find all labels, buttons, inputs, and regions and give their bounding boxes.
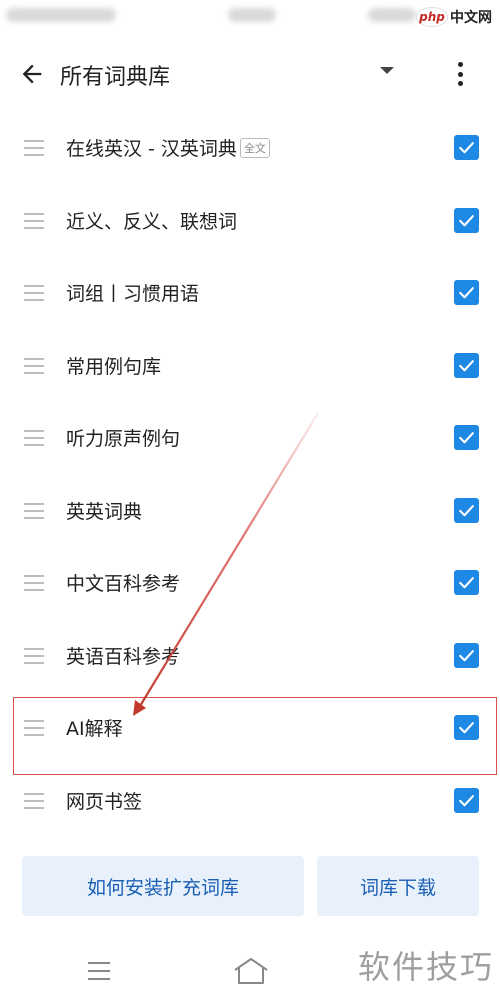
- dictionary-item[interactable]: 词组丨习惯用语: [0, 257, 500, 330]
- dictionary-item-name: 英英词典: [66, 500, 143, 523]
- checkbox-checked-icon[interactable]: [454, 135, 479, 160]
- page-title: 所有词典库: [60, 65, 171, 90]
- dictionary-item-name: 近义、反义、联想词: [66, 210, 238, 233]
- bottom-action-bar: 如何安装扩充词库 词库下载: [0, 856, 500, 916]
- dictionary-item[interactable]: 网页书签: [0, 765, 500, 838]
- drag-handle-icon[interactable]: [24, 140, 44, 156]
- status-time-blurred: [228, 8, 276, 22]
- checkbox-checked-icon[interactable]: [454, 497, 479, 523]
- dictionary-item-name: 在线英汉 - 汉英词典: [66, 138, 237, 160]
- php-mark: php: [416, 7, 448, 27]
- checkbox-checked-icon[interactable]: [454, 352, 479, 378]
- dictionary-item-label: 英语百科参考: [66, 642, 180, 669]
- php-site-name: 中文网: [450, 10, 492, 26]
- dictionary-item-label: 近义、反义、联想词: [66, 207, 237, 234]
- install-help-button[interactable]: 如何安装扩充词库: [22, 856, 304, 916]
- dictionary-item[interactable]: 常用例句库: [0, 330, 500, 403]
- app-header: 所有词典库: [0, 48, 500, 100]
- dictionary-item-name: 听力原声例句: [66, 428, 181, 450]
- fulltext-tag: 全文: [239, 137, 270, 158]
- arrow-left-icon[interactable]: [18, 60, 46, 88]
- dictionary-item-name: 英语百科参考: [66, 645, 181, 668]
- dictionary-item-label: 常用例句库: [66, 352, 161, 379]
- menu-icon[interactable]: [88, 962, 110, 980]
- annotation-highlight-box: [13, 697, 497, 775]
- drag-handle-icon[interactable]: [24, 212, 44, 229]
- checkbox-checked-icon[interactable]: [454, 425, 479, 450]
- drag-handle-icon[interactable]: [24, 357, 44, 374]
- php-site-logo: php 中文网: [416, 4, 500, 30]
- drag-handle-icon[interactable]: [24, 792, 44, 809]
- dictionary-item-name: 常用例句库: [66, 355, 162, 378]
- drag-handle-icon[interactable]: [24, 430, 44, 446]
- dictionary-item-label: 英英词典: [66, 497, 142, 524]
- watermark-text: 软件技巧: [358, 948, 495, 986]
- status-carrier-blurred: [6, 8, 116, 22]
- checkbox-checked-icon[interactable]: [454, 642, 479, 668]
- dictionary-item[interactable]: 近义、反义、联想词: [0, 185, 500, 258]
- dictionary-item-label: 网页书签: [66, 787, 142, 814]
- dictionary-item[interactable]: 在线英汉 - 汉英词典 全文: [0, 112, 500, 185]
- checkbox-checked-icon[interactable]: [454, 280, 479, 305]
- more-vertical-icon[interactable]: [452, 60, 468, 88]
- drag-handle-icon[interactable]: [24, 502, 44, 519]
- dictionary-item-label: 听力原声例句: [66, 424, 180, 451]
- dictionary-item[interactable]: 英英词典: [0, 475, 500, 548]
- dictionary-item-label: 词组丨习惯用语: [66, 279, 199, 306]
- dictionary-item[interactable]: 英语百科参考: [0, 620, 500, 693]
- dictionary-item[interactable]: 中文百科参考: [0, 547, 500, 620]
- status-bar: php 中文网: [0, 0, 500, 36]
- drag-handle-icon[interactable]: [24, 647, 44, 664]
- dictionary-item-label: 中文百科参考: [66, 569, 180, 596]
- drag-handle-icon[interactable]: [24, 285, 44, 301]
- dictionary-item[interactable]: 听力原声例句: [0, 402, 500, 475]
- status-icons-blurred: [368, 8, 416, 22]
- dictionary-item-name: 中文百科参考: [66, 573, 181, 595]
- dictionary-item-name: 词组丨习惯用语: [66, 283, 200, 305]
- dictionary-item-label: 在线英汉 - 汉英词典 全文: [66, 134, 270, 161]
- drag-handle-icon[interactable]: [24, 575, 44, 591]
- triangle-down-icon[interactable]: [380, 67, 394, 74]
- dictionary-item-name: 网页书签: [66, 790, 143, 813]
- dictionary-download-button[interactable]: 词库下载: [317, 856, 479, 916]
- checkbox-checked-icon[interactable]: [454, 207, 479, 233]
- checkbox-checked-icon[interactable]: [454, 787, 479, 813]
- checkbox-checked-icon[interactable]: [454, 570, 479, 595]
- home-icon[interactable]: [232, 956, 270, 986]
